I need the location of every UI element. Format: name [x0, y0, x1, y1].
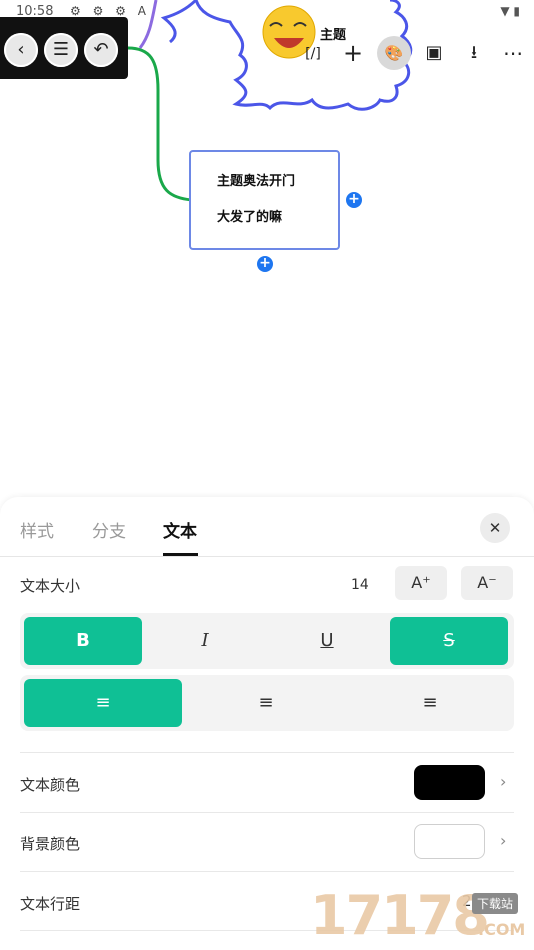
save-icon: ▣ — [425, 42, 443, 63]
section-divider — [20, 752, 514, 753]
plus-icon: + — [342, 39, 364, 67]
more-button[interactable]: ⋯ — [496, 36, 530, 70]
tab-style[interactable]: 样式 — [20, 517, 54, 542]
floating-nav-bar: ‹ ☰ ↶ — [0, 17, 128, 79]
branch-line-green — [127, 46, 193, 202]
text-color-swatch[interactable] — [414, 765, 485, 800]
bold-button[interactable]: B — [24, 617, 142, 665]
align-left-icon: ≡ — [95, 692, 111, 713]
save-button[interactable]: ▣ — [417, 36, 451, 70]
topic-node-line-1: 主题奥法开门 — [217, 174, 296, 189]
format-bottom-sheet: 样式 分支 文本 ✕ 文本大小 14 A⁺ A⁻ B I U S ≡ ≡ ≡ 文… — [0, 497, 534, 950]
align-right-icon: ≡ — [422, 692, 438, 713]
palette-icon: 🎨 — [384, 44, 404, 62]
row-divider — [20, 812, 514, 813]
tab-branch[interactable]: 分支 — [92, 517, 126, 542]
align-left-button[interactable]: ≡ — [24, 679, 182, 727]
branch-line-purple — [138, 0, 158, 49]
palette-button[interactable]: 🎨 — [377, 36, 411, 70]
list-icon: ☰ — [52, 39, 70, 60]
tab-text[interactable]: 文本 — [163, 517, 197, 542]
add-sibling-button[interactable]: + — [346, 192, 362, 208]
bg-color-swatch[interactable] — [414, 824, 485, 859]
add-child-button[interactable]: + — [257, 256, 273, 272]
close-icon: ✕ — [488, 519, 502, 537]
text-align-group: ≡ ≡ ≡ — [20, 675, 514, 731]
increase-size-button[interactable]: A⁺ — [395, 566, 447, 600]
undo-button[interactable]: ↶ — [84, 33, 118, 67]
watermark-domain: .COM — [478, 920, 526, 939]
align-right-button[interactable]: ≡ — [350, 679, 510, 727]
italic-icon: I — [201, 630, 209, 651]
watermark-logo: 17178 — [310, 884, 490, 947]
align-center-icon: ≡ — [258, 692, 274, 713]
strikethrough-button[interactable]: S — [390, 617, 508, 665]
tab-divider — [0, 556, 534, 557]
chevron-left-icon: ‹ — [17, 39, 25, 60]
text-size-value: 14 — [351, 577, 369, 593]
download-icon: ⭳ — [470, 42, 478, 63]
italic-button[interactable]: I — [146, 617, 264, 665]
close-sheet-button[interactable]: ✕ — [480, 513, 510, 543]
align-center-button[interactable]: ≡ — [186, 679, 346, 727]
font-decrease-icon: A⁻ — [477, 573, 497, 592]
bg-color-label: 背景颜色 — [20, 835, 81, 853]
formula-button[interactable]: [/] — [296, 36, 330, 70]
topic-node[interactable]: 主题奥法开门 大发了的嘛 — [189, 150, 340, 250]
line-spacing-label: 文本行距 — [20, 895, 81, 913]
download-button[interactable]: ⭳ — [457, 36, 491, 70]
root-cloud-tail — [160, 0, 198, 44]
top-toolbar: [/] + 🎨 ▣ ⭳ ⋯ — [296, 36, 534, 72]
row-divider — [20, 871, 514, 872]
decrease-size-button[interactable]: A⁻ — [461, 566, 513, 600]
formula-icon: [/] — [305, 46, 321, 62]
font-increase-icon: A⁺ — [411, 573, 431, 592]
underline-icon: U — [320, 630, 334, 651]
bold-icon: B — [76, 630, 90, 651]
watermark-badge: 下载站 — [472, 893, 519, 914]
chevron-right-icon[interactable]: › — [500, 831, 506, 850]
add-button[interactable]: + — [336, 36, 370, 70]
topic-node-line-2: 大发了的嘛 — [217, 210, 283, 225]
text-style-group: B I U S — [20, 613, 514, 669]
undo-icon: ↶ — [93, 39, 109, 60]
chevron-right-icon[interactable]: › — [500, 772, 506, 791]
underline-button[interactable]: U — [268, 617, 386, 665]
text-size-label: 文本大小 — [20, 577, 81, 595]
text-color-label: 文本颜色 — [20, 776, 81, 794]
back-button[interactable]: ‹ — [4, 33, 38, 67]
strikethrough-icon: S — [443, 630, 455, 651]
more-icon: ⋯ — [503, 41, 523, 65]
outline-button[interactable]: ☰ — [44, 33, 78, 67]
